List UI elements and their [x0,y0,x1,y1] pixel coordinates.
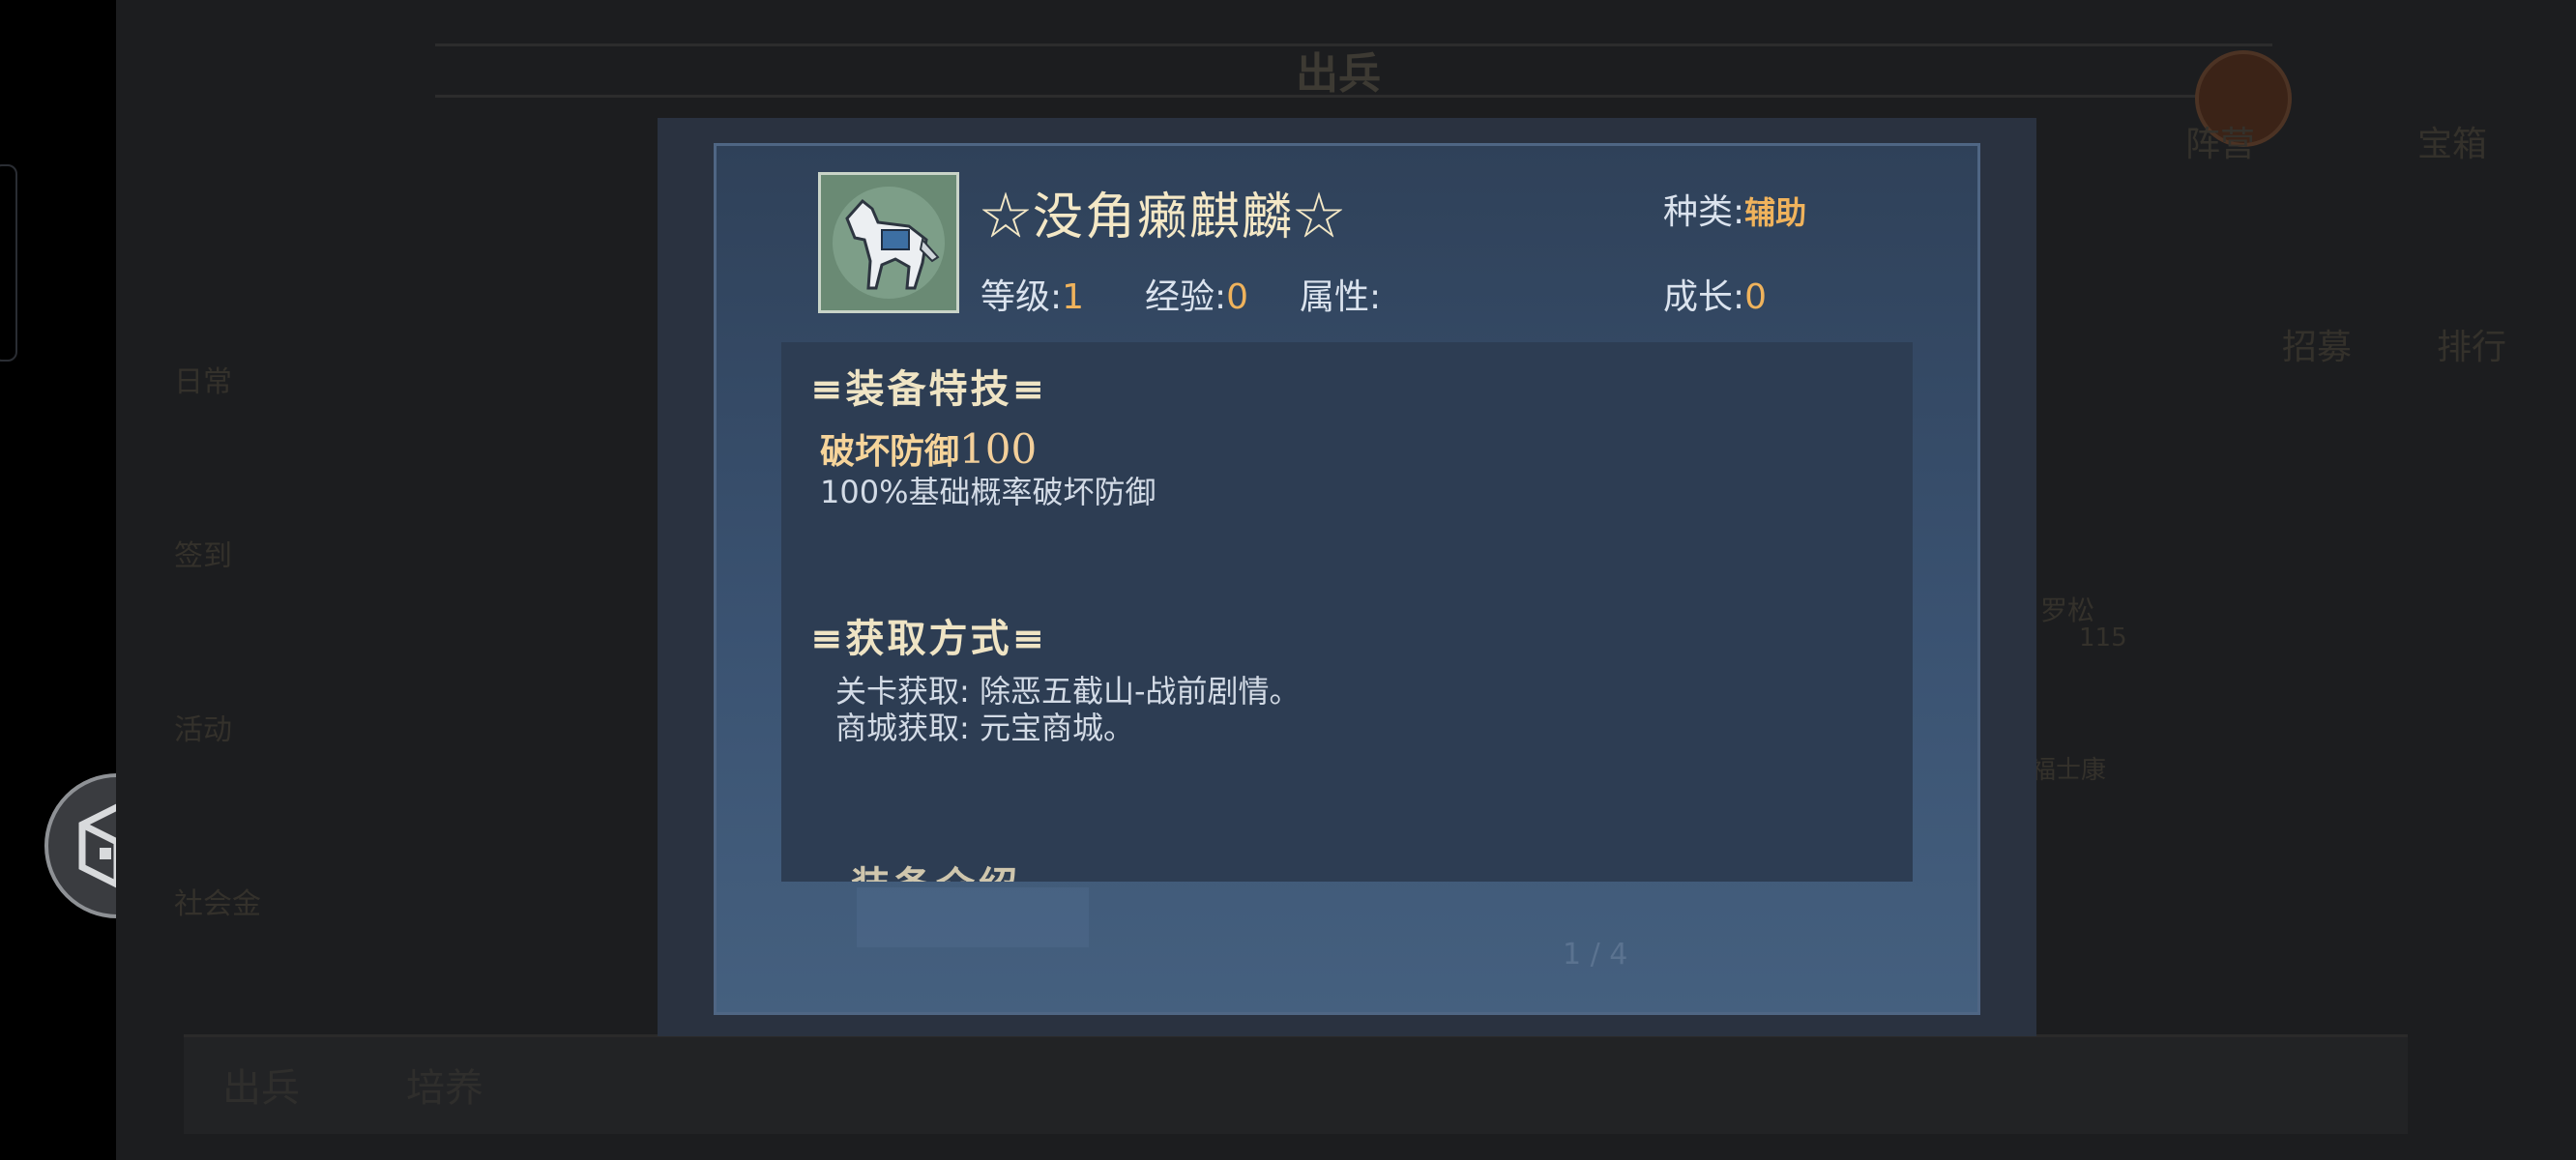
skill-level: 100 [959,425,1038,473]
bg-ghost-button [857,887,1089,947]
growth-value: 0 [1744,277,1768,317]
bg-bottom-tab: 培养 [406,1066,483,1111]
side-drawer-handle[interactable] [0,164,17,362]
bg-tab: 宝箱 [2417,125,2488,164]
bg-side-label: 活动 [174,713,232,747]
equipment-intro-title: 装备介绍 [851,855,1021,882]
category-value: 辅助 [1744,194,1807,231]
obtain-shop-value: 元宝商城。 [979,710,1134,746]
obtain-method-title: ≡获取方式≡ [810,616,1048,661]
bg-side-label: 日常 [174,365,232,399]
category-stat: 种类:辅助 [1663,184,1806,234]
skill-description: 100%基础概率破坏防御 [820,474,1156,510]
equipment-icon [818,172,959,313]
level-value: 1 [1062,277,1085,317]
bg-side-label: 签到 [174,539,232,573]
bg-screen-title: 出兵 [1296,49,1381,99]
left-gutter [0,0,116,1160]
attr-label: 属性: [1300,277,1382,317]
bg-tab: 排行 [2437,328,2507,367]
exp-value: 0 [1226,277,1249,317]
obtain-shop-line: 商城获取: 元宝商城。 [835,704,1134,748]
white-horse-icon [833,187,945,299]
intro-title-clip: 装备介绍 [781,841,1913,882]
obtain-shop-label: 商城获取: [835,710,970,746]
attr-stat: 属性: [1300,269,1381,319]
category-label: 种类: [1663,192,1745,232]
exp-label: 经验: [1145,277,1227,317]
skill-name-text: 破坏防御 [820,431,960,472]
bg-page-indicator: 1 / 4 [1563,938,1628,972]
exp-stat: 经验:0 [1145,269,1248,319]
bg-bottom-bar: 出兵 培养 [184,1034,2408,1134]
bg-bottom-tab: 出兵 [222,1066,300,1111]
growth-label: 成长: [1663,277,1745,317]
special-skill-title: ≡装备特技≡ [810,366,1048,412]
level-stat: 等级:1 [981,269,1084,319]
bg-name: 福士康 [2031,756,2107,785]
bg-name: 罗松 [2040,594,2095,626]
skill-name: 破坏防御100 [820,423,1037,474]
growth-stat: 成长:0 [1663,269,1767,319]
bg-tab: 招募 [2282,328,2353,367]
bg-side-label: 社会金 [174,887,261,921]
bg-number: 115 [2079,624,2127,652]
bg-tab: 阵营 [2185,125,2256,164]
equipment-name: ☆没角癞麒麟☆ [981,188,1347,246]
level-label: 等级: [981,277,1063,317]
